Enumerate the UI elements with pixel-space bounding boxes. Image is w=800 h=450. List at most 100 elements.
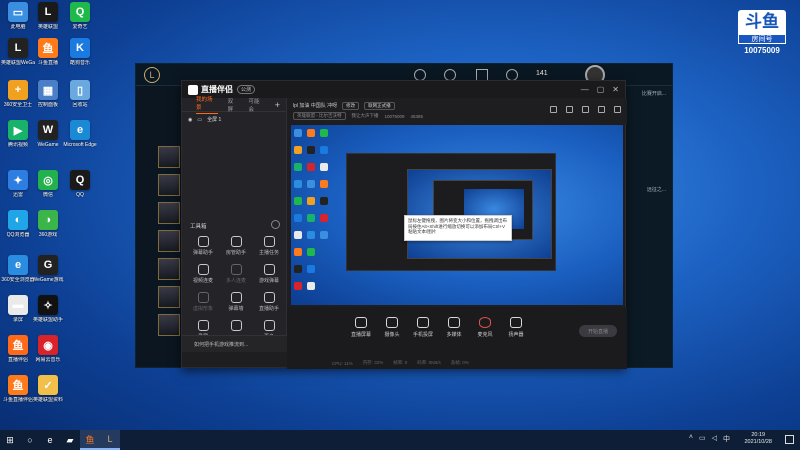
champion-slot[interactable] — [158, 202, 180, 224]
tool-label: 房管助手 — [225, 250, 246, 256]
desktop-shortcut[interactable]: ✦ 迅雷 — [1, 170, 35, 198]
clock[interactable]: 20:19 2021/10/28 — [744, 432, 772, 446]
toolbox-item[interactable]: 主播任务 — [254, 236, 284, 256]
desktop-shortcut[interactable]: Q 爱奇艺 — [63, 2, 97, 30]
input-language[interactable]: 中 — [723, 434, 730, 444]
close-icon[interactable]: ✕ — [612, 85, 619, 94]
edit-title-button[interactable]: 修改 — [342, 101, 360, 110]
champion-slot[interactable] — [158, 146, 180, 168]
desktop-shortcut[interactable]: ◉ 网易云音乐 — [31, 335, 65, 363]
desktop-shortcut-label: 360安全浏览器 — [1, 277, 35, 283]
desktop-shortcut[interactable]: ◐ QQ浏览器 — [1, 210, 35, 238]
desktop-shortcut-label: QQ — [76, 192, 84, 198]
toolbox-item[interactable]: 视频连麦 — [188, 264, 218, 284]
desktop-shortcut[interactable]: Q QQ — [63, 170, 97, 198]
tool-icon — [230, 236, 242, 247]
toolbox-item[interactable]: 弹幕助手 — [188, 236, 218, 256]
preview-desktop-icon — [320, 163, 328, 171]
desktop-shortcut[interactable]: ▦ 控制面板 — [31, 80, 65, 108]
settings-icon[interactable] — [614, 106, 621, 113]
maximize-icon[interactable]: ▢ — [597, 85, 605, 94]
add-scene-icon[interactable]: + — [275, 100, 280, 110]
tip-bar[interactable]: 如何把手机游戏推流到... — [182, 335, 287, 352]
champion-slot[interactable] — [158, 286, 180, 308]
champion-slot[interactable] — [158, 258, 180, 280]
search-icon[interactable]: ○ — [20, 430, 40, 450]
tool-label: 多人连麦 — [225, 278, 246, 284]
toolbox-item[interactable]: 游戏弹幕 — [254, 264, 284, 284]
tab-my-scenes[interactable]: 我的场景 — [196, 95, 218, 114]
toolbox-item[interactable]: 虚拟形象 — [188, 292, 218, 312]
preview-desktop-icon — [294, 248, 302, 256]
volume-icon[interactable]: ◁ — [712, 434, 717, 444]
desktop-shortcut[interactable]: 鱼斗鱼直播伴侣 — [1, 375, 35, 403]
minimize-icon[interactable]: — — [581, 85, 589, 94]
desktop-shortcut-label: QQ浏览器 — [6, 232, 30, 238]
desktop-shortcut[interactable]: ▬ 录屏 — [1, 295, 35, 323]
desktop-shortcut[interactable]: 鱼斗鱼直播 — [31, 38, 65, 66]
tip-text: 如何把手机游戏推流到... — [194, 341, 249, 348]
lol-taskbar-icon[interactable]: L — [100, 430, 120, 450]
scene-item[interactable]: ◉ ▭ 全屏 1 — [182, 112, 286, 127]
desktop-shortcut[interactable]: W WeGame — [31, 120, 65, 148]
room-title[interactable]: lpl 加油 中国队 冲呀 — [293, 102, 337, 109]
category-tag[interactable]: 英雄联盟 - 比尔吉沃特 — [293, 112, 346, 120]
champion-slot[interactable] — [158, 230, 180, 252]
champion-slot[interactable] — [158, 174, 180, 196]
control-label: 手机投屏 — [412, 332, 433, 338]
desktop-shortcut[interactable]: ✧ 英雄联盟助手 — [31, 295, 65, 323]
broadcast-type-button[interactable]: 联网正式播 — [364, 101, 395, 110]
desktop-shortcut[interactable]: ▯ 回收站 — [63, 80, 97, 108]
file-explorer-icon[interactable]: ▰ — [60, 430, 80, 450]
room-label: 房间号 — [738, 34, 786, 44]
tab-other[interactable]: 可能会 — [248, 97, 264, 113]
status-fps: 帧率: 0 — [393, 360, 408, 365]
start-live-button[interactable]: 开始直播 — [579, 325, 617, 337]
media-button[interactable]: 多媒体 — [440, 317, 468, 338]
desktop-shortcut[interactable]: ✓ 英雄联盟资料 — [31, 375, 65, 403]
desktop-shortcut[interactable]: ◎ 微信 — [31, 170, 65, 198]
douyu-taskbar-icon[interactable]: 鱼 — [80, 430, 100, 450]
microphone-button[interactable]: 麦克风 — [471, 317, 499, 338]
champion-slot[interactable] — [158, 314, 180, 336]
desktop-shortcut[interactable]: ▭ 此电脑 — [1, 2, 35, 30]
start-icon[interactable]: ⊞ — [0, 430, 20, 450]
lock-icon[interactable] — [566, 106, 573, 113]
camera-button[interactable]: 摄像头 — [378, 317, 406, 338]
screen-capture-button[interactable]: 直播屏幕 — [347, 317, 375, 338]
toolbox-item[interactable]: 弹幕墙 — [221, 292, 251, 312]
desktop-shortcut[interactable]: ▶ 腾讯视频 — [1, 120, 35, 148]
stream-preview[interactable]: 鼠标左键拖拽，图片将变大小和位置，拖拽调出布局按住Alt+Shift进行缩放切换… — [291, 125, 623, 305]
speaker-button[interactable]: 扬声器 — [502, 317, 530, 338]
desktop-shortcut[interactable]: K 酷狗音乐 — [63, 38, 97, 66]
desktop-shortcut[interactable]: 鱼直播伴侣 — [1, 335, 35, 363]
toolbox-item[interactable]: 多人连麦 — [221, 264, 251, 284]
desktop-shortcut-label: 腾讯视频 — [7, 142, 28, 148]
streaming-app-window[interactable]: 直播伴侣 公测 — ▢ ✕ 我的场景 双屏 可能会 + ◉ ▭ 全屏 1 工具箱… — [181, 80, 627, 369]
desktop-shortcut-label: 斗鱼直播伴侣 — [2, 397, 33, 403]
phone-cast-button[interactable]: 手机投屏 — [409, 317, 437, 338]
network-icon[interactable]: ▭ — [699, 434, 706, 444]
eye-icon[interactable]: ◉ — [188, 117, 192, 123]
toolbox-collapse-icon[interactable] — [271, 220, 280, 229]
notification-icon[interactable] — [785, 435, 794, 444]
desktop-shortcut[interactable]: +360安全卫士 — [1, 80, 35, 108]
desktop-shortcut[interactable]: e Microsoft Edge — [63, 120, 97, 148]
desktop-shortcut[interactable]: G WeGame游戏 — [31, 255, 65, 283]
toolbox-item[interactable]: 直播助手 — [254, 292, 284, 312]
bell-icon[interactable] — [598, 106, 605, 113]
record-icon[interactable] — [550, 106, 557, 113]
desktop-shortcut[interactable]: e 360安全浏览器 — [1, 255, 35, 283]
desktop-shortcut[interactable]: L 英雄联盟 — [31, 2, 65, 30]
toolbox-item[interactable] — [221, 320, 251, 333]
window-controls: — ▢ ✕ — [581, 85, 619, 94]
desktop-shortcut[interactable]: ◑ 360游戏 — [31, 210, 65, 238]
preview-desktop-icon — [294, 129, 302, 137]
desktop-shortcut[interactable]: L 英雄联盟WeGame版 — [1, 38, 35, 66]
tab-dual-screen[interactable]: 双屏 — [228, 97, 239, 113]
desktop-shortcut-label: 英雄联盟助手 — [32, 317, 63, 323]
gift-icon[interactable] — [582, 106, 589, 113]
toolbox-item[interactable]: 房管助手 — [221, 236, 251, 256]
chevron-up-icon[interactable]: ˄ — [689, 434, 693, 444]
edge-icon[interactable]: e — [40, 430, 60, 450]
